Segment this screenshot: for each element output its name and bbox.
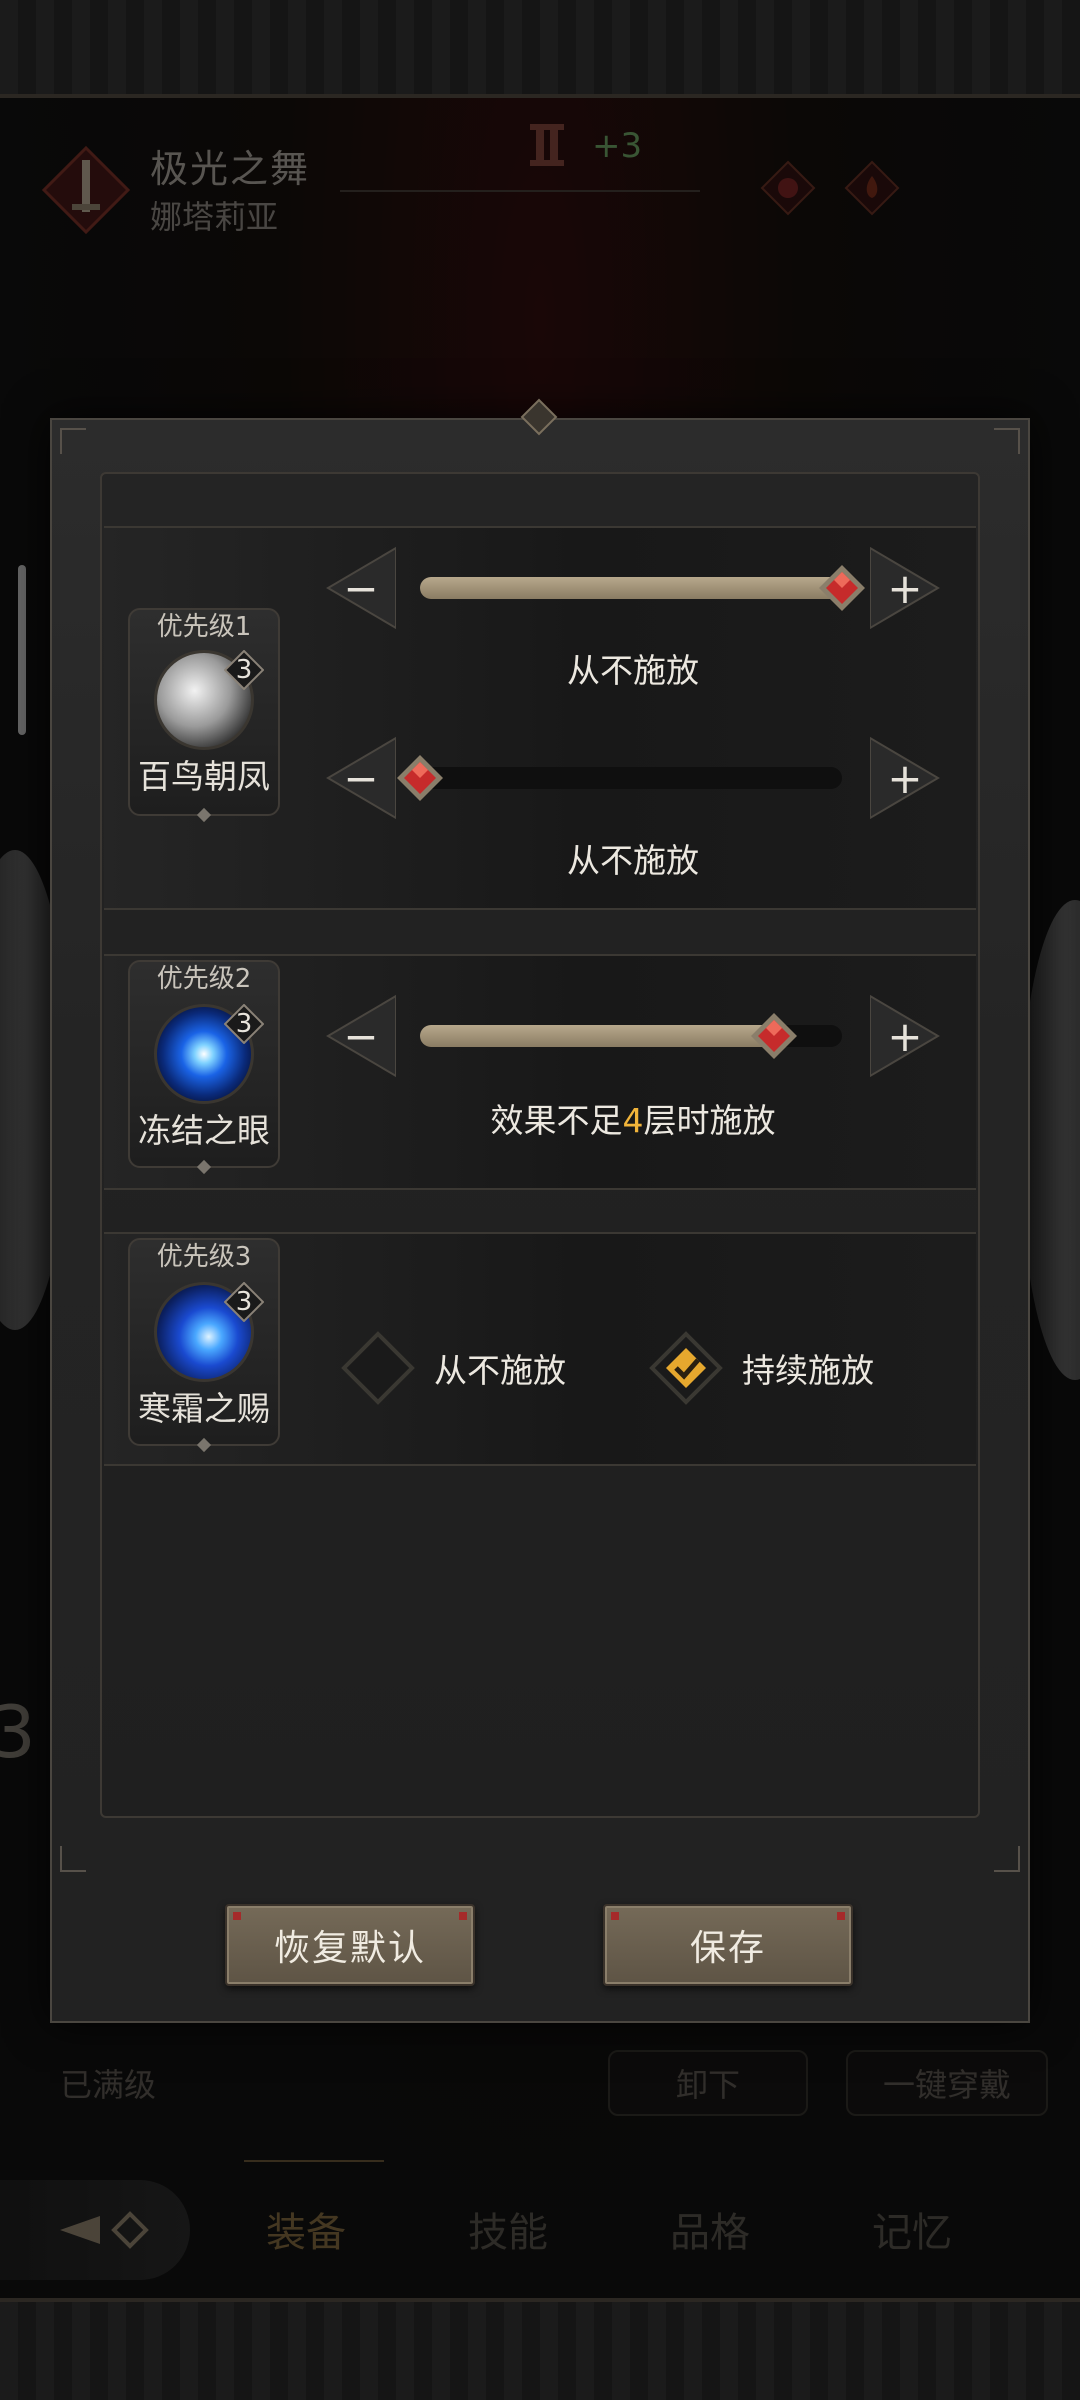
caption-suffix: 层时施放 xyxy=(643,1101,776,1140)
increase-button[interactable]: + xyxy=(870,736,940,820)
cast-condition-text: 从不施放 xyxy=(567,651,699,690)
skill-name: 百鸟朝凤 xyxy=(138,757,270,796)
skill-priority-label: 优先级3 xyxy=(156,1242,252,1272)
radio-unchecked-icon xyxy=(341,1331,415,1405)
caption-prefix: 效果不足 xyxy=(490,1101,623,1140)
cast-slider-fill xyxy=(420,577,842,599)
skill-level-value: 3 xyxy=(235,655,253,685)
save-button[interactable]: 保存 xyxy=(603,1904,853,1986)
bottom-frame xyxy=(0,2298,1080,2400)
decrease-button[interactable]: − xyxy=(326,736,396,820)
slider-thumb-gem-icon[interactable] xyxy=(395,753,445,803)
option-never-cast[interactable]: 从不施放 xyxy=(340,1330,566,1406)
skill-name: 寒霜之赐 xyxy=(138,1389,270,1428)
option-label: 从不施放 xyxy=(434,1351,566,1390)
row-divider xyxy=(104,1188,976,1190)
radio-checked-icon xyxy=(649,1331,723,1405)
cast-condition-text: 从不施放 xyxy=(567,841,699,880)
slider-thumb-gem-icon[interactable] xyxy=(749,1011,799,1061)
skill-priority-label: 优先级1 xyxy=(156,612,252,642)
skill-name: 冻结之眼 xyxy=(138,1111,270,1150)
caption-stack-count: 4 xyxy=(622,1101,644,1140)
dialog-corner-ornament xyxy=(60,428,86,454)
slider-thumb-gem-icon[interactable] xyxy=(817,563,867,613)
option-always-cast[interactable]: 持续施放 xyxy=(648,1330,874,1406)
row-divider xyxy=(104,908,976,910)
dialog-corner-ornament xyxy=(60,1846,86,1872)
increase-button[interactable]: + xyxy=(870,994,940,1078)
cast-slider-track[interactable] xyxy=(420,767,842,789)
skill-priority-label: 优先级2 xyxy=(156,964,252,994)
row-divider xyxy=(104,1464,976,1466)
decrease-button[interactable]: − xyxy=(326,994,396,1078)
decrease-button[interactable]: − xyxy=(326,546,396,630)
cast-slider-fill xyxy=(420,1025,775,1047)
skill-level-value: 3 xyxy=(235,1287,253,1317)
top-frame xyxy=(0,0,1080,98)
dialog-corner-ornament xyxy=(994,1846,1020,1872)
option-label: 持续施放 xyxy=(742,1351,874,1390)
cast-condition-text: 效果不足4层时施放 xyxy=(326,1094,940,1142)
dialog-corner-ornament xyxy=(994,428,1020,454)
increase-button[interactable]: + xyxy=(870,546,940,630)
reset-default-button[interactable]: 恢复默认 xyxy=(225,1904,475,1986)
skill-level-value: 3 xyxy=(235,1009,253,1039)
